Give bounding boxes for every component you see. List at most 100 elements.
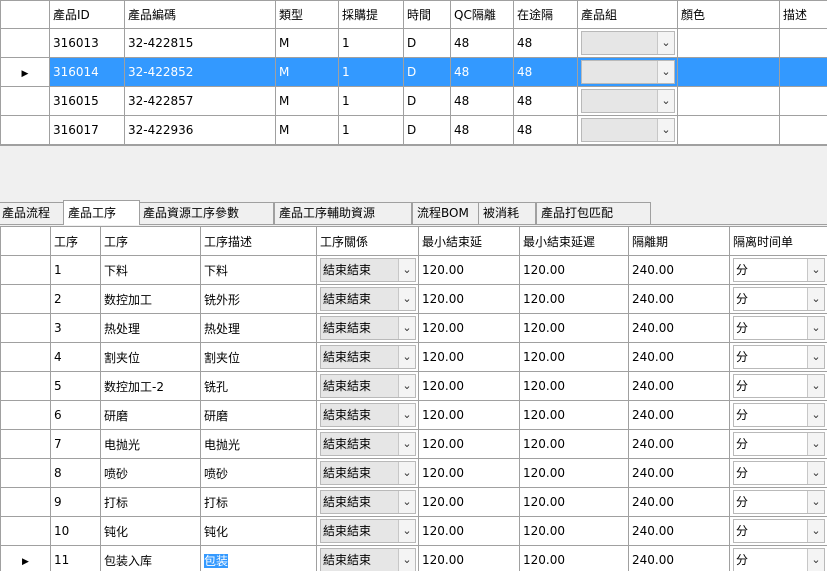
cell-isolation-unit[interactable]: 分 ⌄ xyxy=(729,429,827,459)
cell-process-desc[interactable]: 热处理 xyxy=(200,313,317,343)
dropdown-combo[interactable]: 結束結束 ⌄ xyxy=(320,490,416,514)
cell-seq[interactable]: 11 xyxy=(50,545,101,571)
chevron-down-icon[interactable]: ⌄ xyxy=(807,404,824,426)
column-header-description[interactable]: 描述 xyxy=(779,0,827,29)
row-header[interactable] xyxy=(0,516,51,546)
cell-isolation[interactable]: 240.00 xyxy=(628,429,730,459)
cell-min-end-delay[interactable]: 120.00 xyxy=(519,429,629,459)
cell-process[interactable]: 下料 xyxy=(100,255,201,285)
cell-process-relation[interactable]: 結束結束 ⌄ xyxy=(316,342,419,372)
cell-process-relation[interactable]: 結束結束 ⌄ xyxy=(316,400,419,430)
cell-process[interactable]: 数控加工-2 xyxy=(100,371,201,401)
chevron-down-icon[interactable]: ⌄ xyxy=(398,520,415,542)
cell-description[interactable] xyxy=(779,115,827,145)
chevron-down-icon[interactable]: ⌄ xyxy=(398,346,415,368)
column-header-process-relation[interactable]: 工序關係 xyxy=(316,226,419,256)
cell-purchase-lead[interactable]: 1 xyxy=(338,115,404,145)
chevron-down-icon[interactable]: ⌄ xyxy=(807,259,824,281)
column-header-color[interactable]: 顏色 xyxy=(677,0,780,29)
cell-type[interactable]: M xyxy=(275,28,339,58)
cell-product-id[interactable]: 316015 xyxy=(49,86,125,116)
cell-isolation[interactable]: 240.00 xyxy=(628,516,730,546)
cell-process-relation[interactable]: 結束結束 ⌄ xyxy=(316,313,419,343)
chevron-down-icon[interactable]: ⌄ xyxy=(807,288,824,310)
cell-product-group[interactable]: ⌄ xyxy=(577,115,678,145)
cell-seq[interactable]: 9 xyxy=(50,487,101,517)
row-header[interactable] xyxy=(0,342,51,372)
cell-isolation[interactable]: 240.00 xyxy=(628,284,730,314)
dropdown-combo[interactable]: 分 ⌄ xyxy=(733,519,825,543)
cell-time[interactable]: D xyxy=(403,115,451,145)
cell-color[interactable] xyxy=(677,115,780,145)
dropdown-combo[interactable]: ⌄ xyxy=(581,60,675,84)
tab-process-aux-resources[interactable]: 產品工序輔助資源 xyxy=(274,202,412,224)
row-header[interactable]: ▶ xyxy=(0,57,50,87)
product-row[interactable]: ▶ 316014 32-422852 M 1 D 48 48 ⌄ xyxy=(0,57,827,87)
cell-description[interactable] xyxy=(779,86,827,116)
process-row[interactable]: 6 研磨 研磨 結束結束 ⌄ 120.00 120.00 240.00 分 ⌄ xyxy=(0,400,827,430)
cell-min-end-delay[interactable]: 120.00 xyxy=(519,284,629,314)
dropdown-combo[interactable]: 結束結束 ⌄ xyxy=(320,519,416,543)
column-header-product-group[interactable]: 產品組 xyxy=(577,0,678,29)
chevron-down-icon[interactable]: ⌄ xyxy=(807,520,824,542)
dropdown-combo[interactable]: 結束結束 ⌄ xyxy=(320,432,416,456)
cell-min-end[interactable]: 120.00 xyxy=(418,400,520,430)
tab-product-packing[interactable]: 產品打包匹配 xyxy=(536,202,651,224)
cell-process-desc[interactable]: 包装 xyxy=(200,545,317,571)
cell-product-code[interactable]: 32-422815 xyxy=(124,28,276,58)
cell-process-relation[interactable]: 結束結束 ⌄ xyxy=(316,255,419,285)
chevron-down-icon[interactable]: ⌄ xyxy=(807,317,824,339)
cell-min-end[interactable]: 120.00 xyxy=(418,545,520,571)
cell-process[interactable]: 钝化 xyxy=(100,516,201,546)
dropdown-combo[interactable]: 分 ⌄ xyxy=(733,432,825,456)
cell-product-id[interactable]: 316013 xyxy=(49,28,125,58)
process-row[interactable]: 2 数控加工 铣外形 結束結束 ⌄ 120.00 120.00 240.00 分 ⌄ xyxy=(0,284,827,314)
tab-consumed[interactable]: 被消耗 xyxy=(478,202,536,224)
cell-isolation[interactable]: 240.00 xyxy=(628,255,730,285)
cell-product-code[interactable]: 32-422857 xyxy=(124,86,276,116)
cell-min-end[interactable]: 120.00 xyxy=(418,342,520,372)
cell-process[interactable]: 喷砂 xyxy=(100,458,201,488)
cell-isolation-unit[interactable]: 分 ⌄ xyxy=(729,284,827,314)
chevron-down-icon[interactable]: ⌄ xyxy=(398,462,415,484)
row-header[interactable] xyxy=(0,371,51,401)
cell-type[interactable]: M xyxy=(275,86,339,116)
cell-process-desc[interactable]: 打标 xyxy=(200,487,317,517)
cell-process-desc[interactable]: 割夹位 xyxy=(200,342,317,372)
cell-isolation[interactable]: 240.00 xyxy=(628,458,730,488)
row-header[interactable] xyxy=(0,255,51,285)
process-row[interactable]: ▶ 11 包装入库 包装 結束結束 ⌄ 120.00 120.00 240.00 分 ⌄ xyxy=(0,545,827,571)
process-row[interactable]: 9 打标 打标 結束結束 ⌄ 120.00 120.00 240.00 分 ⌄ xyxy=(0,487,827,517)
column-header-product-code[interactable]: 產品編碼 xyxy=(124,0,276,29)
cell-isolation-unit[interactable]: 分 ⌄ xyxy=(729,400,827,430)
dropdown-combo[interactable]: 結束結束 ⌄ xyxy=(320,287,416,311)
cell-min-end-delay[interactable]: 120.00 xyxy=(519,545,629,571)
dropdown-combo[interactable]: 結束結束 ⌄ xyxy=(320,461,416,485)
cell-process-desc[interactable]: 喷砂 xyxy=(200,458,317,488)
cell-isolation[interactable]: 240.00 xyxy=(628,545,730,571)
row-header[interactable] xyxy=(0,400,51,430)
cell-time[interactable]: D xyxy=(403,57,451,87)
cell-process[interactable]: 热处理 xyxy=(100,313,201,343)
cell-min-end[interactable]: 120.00 xyxy=(418,284,520,314)
cell-product-group[interactable]: ⌄ xyxy=(577,57,678,87)
cell-process[interactable]: 研磨 xyxy=(100,400,201,430)
cell-transit-isolation[interactable]: 48 xyxy=(513,115,578,145)
chevron-down-icon[interactable]: ⌄ xyxy=(398,549,415,571)
chevron-down-icon[interactable]: ⌄ xyxy=(398,317,415,339)
process-row[interactable]: 1 下料 下料 結束結束 ⌄ 120.00 120.00 240.00 分 ⌄ xyxy=(0,255,827,285)
dropdown-combo[interactable]: 分 ⌄ xyxy=(733,461,825,485)
column-header-type[interactable]: 類型 xyxy=(275,0,339,29)
cell-process-desc[interactable]: 铣孔 xyxy=(200,371,317,401)
cell-qc-isolation[interactable]: 48 xyxy=(450,57,514,87)
cell-seq[interactable]: 1 xyxy=(50,255,101,285)
dropdown-combo[interactable]: ⌄ xyxy=(581,89,675,113)
cell-qc-isolation[interactable]: 48 xyxy=(450,86,514,116)
cell-min-end[interactable]: 120.00 xyxy=(418,487,520,517)
cell-process[interactable]: 数控加工 xyxy=(100,284,201,314)
cell-seq[interactable]: 5 xyxy=(50,371,101,401)
cell-min-end[interactable]: 120.00 xyxy=(418,371,520,401)
chevron-down-icon[interactable]: ⌄ xyxy=(398,259,415,281)
cell-seq[interactable]: 3 xyxy=(50,313,101,343)
cell-product-group[interactable]: ⌄ xyxy=(577,86,678,116)
